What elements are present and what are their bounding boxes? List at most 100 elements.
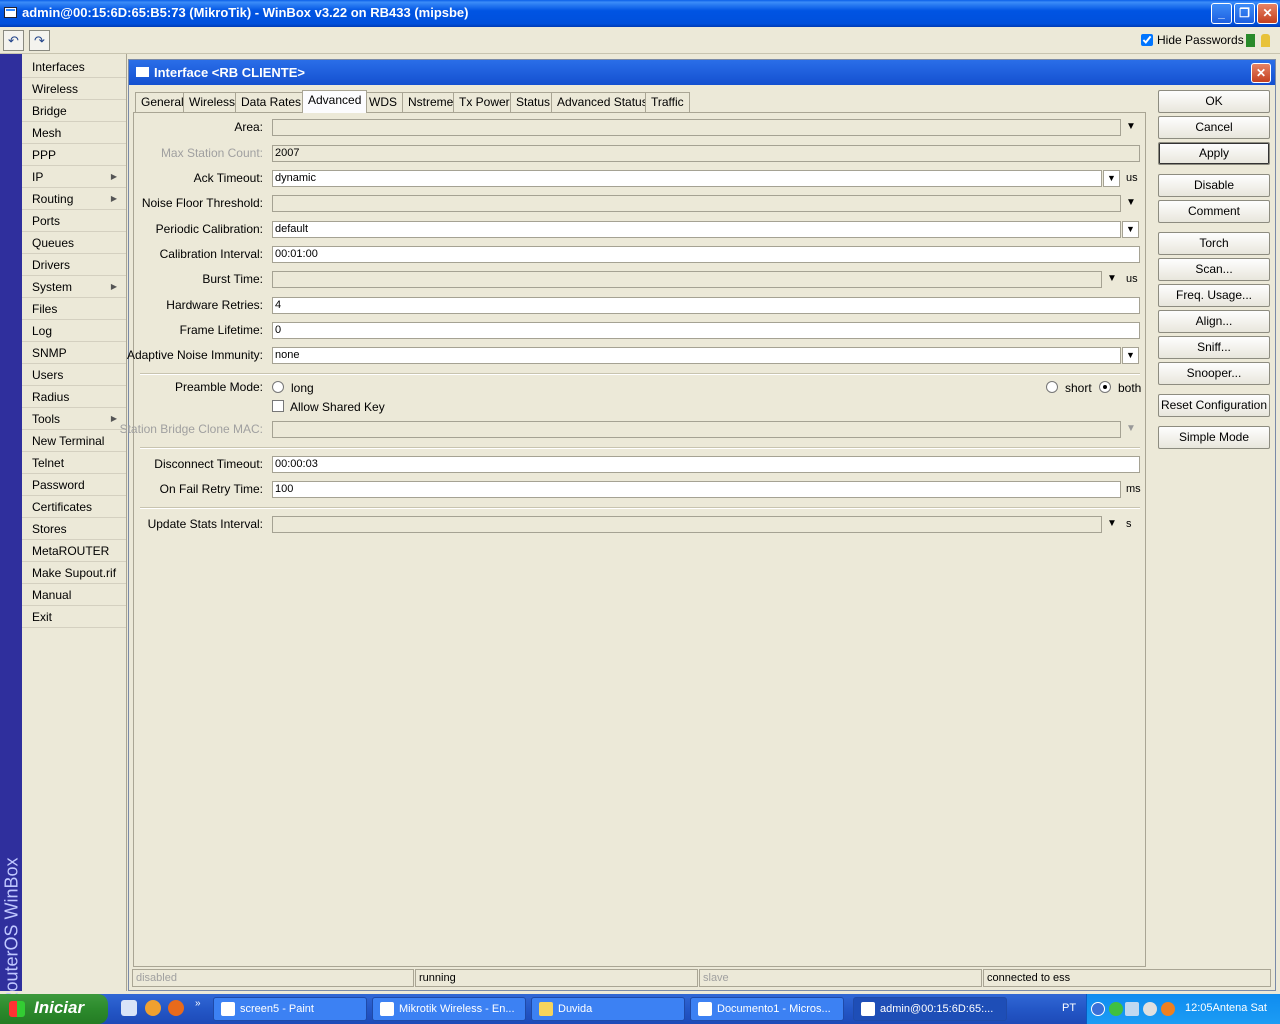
language-indicator[interactable]: PT (1062, 1002, 1076, 1014)
preamble-short-radio[interactable] (1046, 381, 1058, 393)
menu-item-exit[interactable]: Exit (22, 606, 126, 628)
tab-status[interactable]: Status (510, 92, 557, 112)
torch-button[interactable]: Torch (1158, 232, 1270, 255)
menu-item-tools[interactable]: Tools ▶ (22, 408, 126, 430)
tab-general[interactable]: General (135, 92, 190, 112)
menu-item-ppp[interactable]: PPP (22, 144, 126, 166)
menu-item-files[interactable]: Files (22, 298, 126, 320)
menu-item-interfaces[interactable]: Interfaces (22, 56, 126, 78)
cancel-button[interactable]: Cancel (1158, 116, 1270, 139)
menu-item-telnet[interactable]: Telnet (22, 452, 126, 474)
menu-item-radius[interactable]: Radius (22, 386, 126, 408)
maximize-button[interactable]: ❐ (1234, 3, 1255, 24)
area-field[interactable] (272, 119, 1121, 136)
status-connection: connected to ess (983, 969, 1271, 987)
frame-lifetime-field[interactable]: 0 (272, 322, 1140, 339)
menu-item-certificates[interactable]: Certificates (22, 496, 126, 518)
area-dropdown-icon[interactable]: ▼ (1126, 121, 1136, 132)
disable-button[interactable]: Disable (1158, 174, 1270, 197)
adaptive-noise-immunity-field[interactable]: none (272, 347, 1121, 364)
tray-security-icon[interactable] (1109, 1002, 1123, 1016)
quicklaunch-expand-icon[interactable]: » (195, 998, 201, 1009)
menu-item-system[interactable]: System ▶ (22, 276, 126, 298)
tab-tx-power[interactable]: Tx Power (453, 92, 516, 112)
menu-item-log[interactable]: Log (22, 320, 126, 342)
noise-floor-dropdown-icon[interactable]: ▼ (1126, 197, 1136, 208)
update-stats-dropdown-icon[interactable]: ▼ (1107, 518, 1117, 529)
menu-item-manual[interactable]: Manual (22, 584, 126, 606)
menu-item-wireless[interactable]: Wireless (22, 78, 126, 100)
taskbar-item-word[interactable]: Documento1 - Micros... (690, 997, 844, 1021)
adaptive-noise-immunity-dropdown-icon[interactable]: ▼ (1122, 347, 1139, 364)
tab-wds[interactable]: WDS (363, 92, 403, 112)
taskbar-item-winbox[interactable]: admin@00:15:6D:65:... (853, 997, 1007, 1021)
scan-button[interactable]: Scan... (1158, 258, 1270, 281)
tray-expand-icon[interactable] (1091, 1002, 1105, 1016)
menu-item-ip[interactable]: IP ▶ (22, 166, 126, 188)
periodic-calibration-dropdown-icon[interactable]: ▼ (1122, 221, 1139, 238)
update-stats-interval-field[interactable] (272, 516, 1102, 533)
ack-timeout-field[interactable]: dynamic (272, 170, 1102, 187)
minimize-button[interactable]: _ (1211, 3, 1232, 24)
tab-data-rates[interactable]: Data Rates (235, 92, 308, 112)
menu-item-new-terminal[interactable]: New Terminal (22, 430, 126, 452)
menu-item-routing[interactable]: Routing ▶ (22, 188, 126, 210)
taskbar-item-folder[interactable]: Duvida (531, 997, 685, 1021)
on-fail-retry-time-field[interactable]: 100 (272, 481, 1121, 498)
burst-time-dropdown-icon[interactable]: ▼ (1107, 273, 1117, 284)
redo-icon[interactable]: ↷ (29, 30, 50, 51)
tab-wireless[interactable]: Wireless (183, 92, 242, 112)
hide-passwords-checkbox[interactable] (1141, 34, 1153, 46)
submenu-arrow-icon: ▶ (110, 282, 117, 291)
hardware-retries-field[interactable]: 4 (272, 297, 1140, 314)
menu-item-stores[interactable]: Stores (22, 518, 126, 540)
tray-app-icon[interactable] (1161, 1002, 1175, 1016)
menu-item-drivers[interactable]: Drivers (22, 254, 126, 276)
show-desktop-icon[interactable] (121, 1000, 137, 1016)
firefox-icon[interactable] (168, 1000, 184, 1016)
burst-time-field[interactable] (272, 271, 1102, 288)
menu-item-password[interactable]: Password (22, 474, 126, 496)
menu-item-users[interactable]: Users (22, 364, 126, 386)
undo-icon[interactable]: ↶ (3, 30, 24, 51)
ok-button[interactable]: OK (1158, 90, 1270, 113)
snooper-button[interactable]: Snooper... (1158, 362, 1270, 385)
calibration-interval-field[interactable]: 00:01:00 (272, 246, 1140, 263)
window-close-button[interactable]: ✕ (1251, 63, 1271, 83)
disconnect-timeout-field[interactable]: 00:00:03 (272, 456, 1140, 473)
start-button[interactable]: Iniciar (0, 994, 108, 1024)
tray-clock[interactable]: 12:05Antena Sat (1185, 1002, 1267, 1014)
preamble-long-radio[interactable] (272, 381, 284, 393)
periodic-calibration-field[interactable]: default (272, 221, 1121, 238)
simple-mode-button[interactable]: Simple Mode (1158, 426, 1270, 449)
menu-item-mesh[interactable]: Mesh (22, 122, 126, 144)
menu-item-metarouter[interactable]: MetaROUTER (22, 540, 126, 562)
close-button[interactable]: ✕ (1257, 3, 1278, 24)
align-button[interactable]: Align... (1158, 310, 1270, 333)
menu-item-make-supout[interactable]: Make Supout.rif (22, 562, 126, 584)
preamble-both-radio[interactable] (1099, 381, 1111, 393)
noise-floor-threshold-field[interactable] (272, 195, 1121, 212)
tab-traffic[interactable]: Traffic (645, 92, 690, 112)
tray-network-icon[interactable] (1125, 1002, 1139, 1016)
menu-item-snmp[interactable]: SNMP (22, 342, 126, 364)
allow-shared-key-checkbox[interactable] (272, 400, 284, 412)
tab-advanced-status[interactable]: Advanced Status (551, 92, 654, 112)
apply-button[interactable]: Apply (1158, 142, 1270, 165)
tab-nstreme[interactable]: Nstreme (402, 92, 460, 112)
status-running: running (415, 969, 698, 987)
menu-item-bridge[interactable]: Bridge (22, 100, 126, 122)
menu-item-ports[interactable]: Ports (22, 210, 126, 232)
taskbar-item-browser[interactable]: Mikrotik Wireless - En... (372, 997, 526, 1021)
comment-button[interactable]: Comment (1158, 200, 1270, 223)
reset-configuration-button[interactable]: Reset Configuration (1158, 394, 1270, 417)
tab-advanced[interactable]: Advanced (302, 90, 368, 113)
sniff-button[interactable]: Sniff... (1158, 336, 1270, 359)
hide-passwords-toggle[interactable]: Hide Passwords (1141, 33, 1244, 47)
quicklaunch-app-icon[interactable] (145, 1000, 161, 1016)
tray-messenger-icon[interactable] (1143, 1002, 1157, 1016)
menu-item-queues[interactable]: Queues (22, 232, 126, 254)
ack-timeout-dropdown-icon[interactable]: ▼ (1103, 170, 1120, 187)
taskbar-item-paint[interactable]: screen5 - Paint (213, 997, 367, 1021)
freq-usage-button[interactable]: Freq. Usage... (1158, 284, 1270, 307)
